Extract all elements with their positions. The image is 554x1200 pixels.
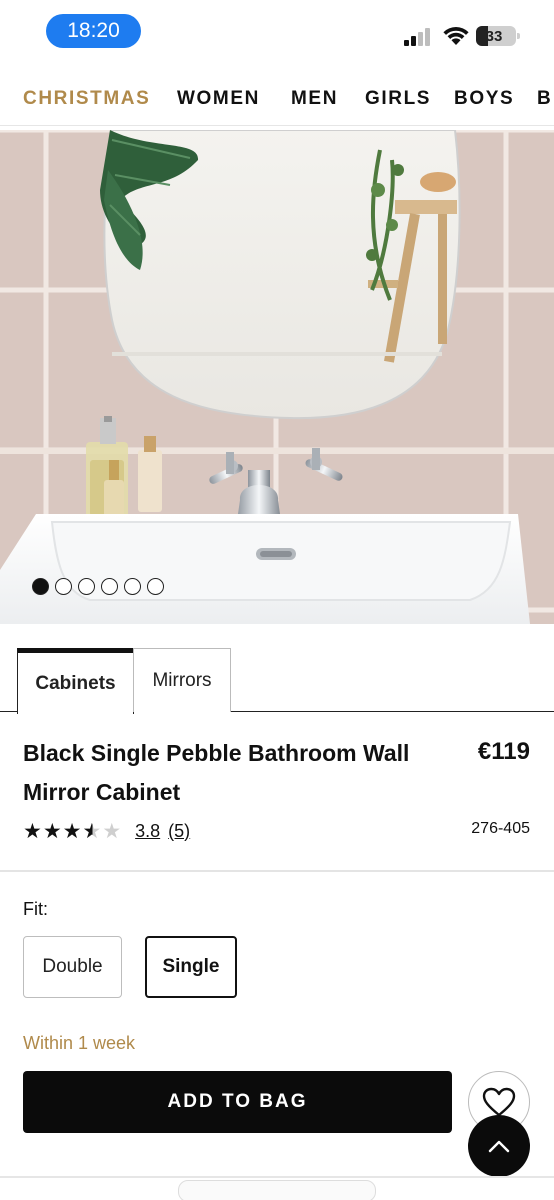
- star-empty-icon: ★: [102, 819, 122, 843]
- status-bar: 18:20 33: [0, 0, 554, 66]
- bottom-divider: [0, 1176, 554, 1178]
- nav-item-women[interactable]: WOMEN: [177, 88, 260, 110]
- heart-icon: [482, 1087, 516, 1117]
- browser-address-bar[interactable]: [178, 1180, 376, 1200]
- tab-cabinets[interactable]: Cabinets: [17, 648, 134, 714]
- product-image-gallery[interactable]: [0, 130, 554, 624]
- product-sku: 276-405: [471, 820, 530, 837]
- gallery-dot[interactable]: [147, 578, 164, 595]
- cellular-signal-icon: [404, 28, 434, 46]
- fit-option-double[interactable]: Double: [23, 936, 122, 998]
- star-full-icon: ★: [42, 819, 62, 843]
- status-time: 18:20: [46, 14, 141, 48]
- star-half-icon: ★: [82, 819, 102, 843]
- gallery-dot[interactable]: [78, 578, 95, 595]
- product-photo: [0, 130, 554, 624]
- battery-level: 33: [485, 27, 503, 45]
- category-nav: CHRISTMAS WOMEN MEN GIRLS BOYS B: [0, 72, 554, 126]
- nav-item-boys[interactable]: BOYS: [454, 88, 514, 110]
- battery-icon: 33: [476, 26, 520, 46]
- nav-item-men[interactable]: MEN: [291, 88, 338, 110]
- chevron-up-icon: [488, 1140, 510, 1153]
- star-full-icon: ★: [23, 819, 42, 843]
- section-divider: [0, 870, 554, 872]
- gallery-pagination: [32, 578, 164, 595]
- rating-stars: ★ ★ ★ ★ ★: [23, 821, 121, 842]
- product-price: €119: [477, 738, 530, 765]
- rating-value-link[interactable]: 3.8: [135, 821, 160, 842]
- delivery-estimate: Within 1 week: [23, 1033, 136, 1053]
- review-count-link[interactable]: (5): [168, 821, 190, 842]
- add-to-bag-button[interactable]: ADD TO BAG: [23, 1071, 452, 1133]
- fit-option-single[interactable]: Single: [145, 936, 237, 998]
- gallery-dot[interactable]: [124, 578, 141, 595]
- product-title: Black Single Pebble Bathroom Wall Mirror…: [23, 740, 410, 805]
- gallery-dot[interactable]: [32, 578, 49, 595]
- product-type-tabs: Cabinets Mirrors: [0, 646, 554, 714]
- product-rating[interactable]: ★ ★ ★ ★ ★ 3.8 (5): [23, 818, 190, 844]
- nav-item-more[interactable]: B: [537, 88, 552, 110]
- fit-label: Fit:: [23, 899, 48, 919]
- star-full-icon: ★: [62, 819, 82, 843]
- tab-mirrors[interactable]: Mirrors: [133, 648, 231, 712]
- gallery-dot[interactable]: [101, 578, 118, 595]
- scroll-to-top-button[interactable]: [468, 1115, 530, 1177]
- nav-item-christmas[interactable]: CHRISTMAS: [23, 88, 150, 110]
- nav-item-girls[interactable]: GIRLS: [365, 88, 431, 110]
- wifi-icon: [443, 26, 469, 45]
- gallery-dot[interactable]: [55, 578, 72, 595]
